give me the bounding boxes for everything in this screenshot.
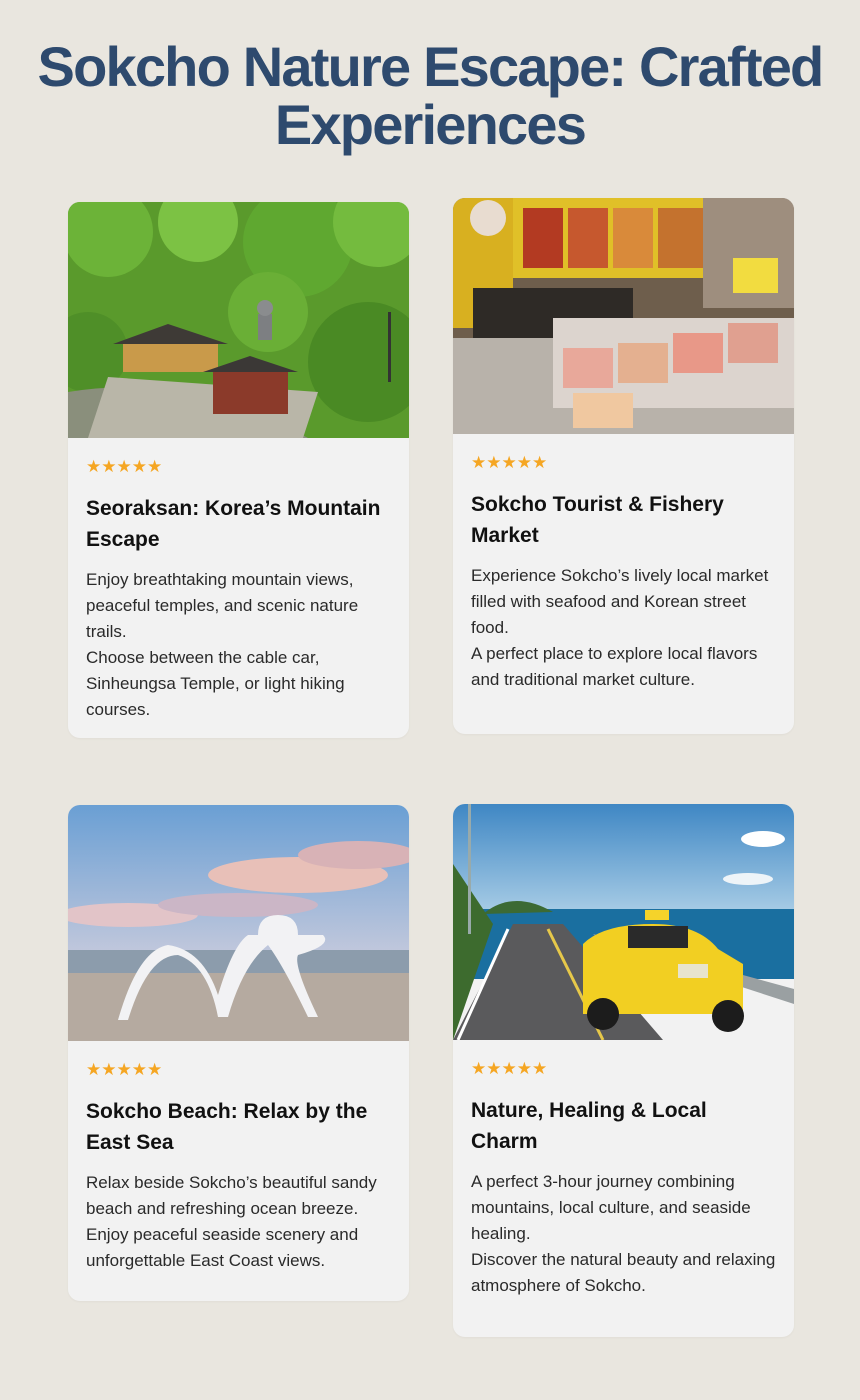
experience-card-market[interactable]: ★★★★★ Sokcho Tourist & Fishery Market Ex…: [453, 198, 794, 734]
description-line: Enjoy breathtaking mountain views, peace…: [86, 570, 359, 641]
rating-stars: ★★★★★: [471, 453, 548, 472]
card-description: A perfect 3-hour journey combining mount…: [471, 1169, 776, 1299]
rating-stars: ★★★★★: [471, 1059, 548, 1078]
description-line: Experience Sokcho’s lively local market …: [471, 566, 769, 637]
description-line: A perfect 3-hour journey combining mount…: [471, 1172, 751, 1243]
card-description: Enjoy breathtaking mountain views, peace…: [86, 567, 391, 723]
rating-stars: ★★★★★: [86, 457, 163, 476]
experience-card-seoraksan[interactable]: ★★★★★ Seoraksan: Korea’s Mountain Escape…: [68, 202, 409, 738]
card-title: Seoraksan: Korea’s Mountain Escape: [86, 497, 381, 551]
experience-card-healing[interactable]: ★★★★★ Nature, Healing & Local Charm A pe…: [453, 804, 794, 1337]
sokcho-beach-photo: [68, 805, 409, 1041]
description-line: Enjoy peaceful seaside scenery and unfor…: [86, 1225, 359, 1270]
description-line: A perfect place to explore local flavors…: [471, 644, 758, 689]
fishery-market-photo: [453, 198, 794, 434]
description-line: Choose between the cable car, Sinheungsa…: [86, 648, 345, 719]
card-description: Relax beside Sokcho’s beautiful sandy be…: [86, 1170, 391, 1274]
rating-stars: ★★★★★: [86, 1060, 163, 1079]
card-title: Nature, Healing & Local Charm: [471, 1099, 707, 1153]
card-description: Experience Sokcho’s lively local market …: [471, 563, 776, 693]
experience-card-beach[interactable]: ★★★★★ Sokcho Beach: Relax by the East Se…: [68, 805, 409, 1301]
card-title: Sokcho Tourist & Fishery Market: [471, 493, 724, 547]
description-line: Relax beside Sokcho’s beautiful sandy be…: [86, 1173, 377, 1218]
description-line: Discover the natural beauty and relaxing…: [471, 1250, 776, 1295]
taxi-coastal-road-photo: [453, 804, 794, 1040]
card-title: Sokcho Beach: Relax by the East Sea: [86, 1100, 368, 1154]
page-title: Sokcho Nature Escape: Crafted Experience…: [37, 35, 825, 156]
seoraksan-temple-photo: [68, 202, 409, 438]
